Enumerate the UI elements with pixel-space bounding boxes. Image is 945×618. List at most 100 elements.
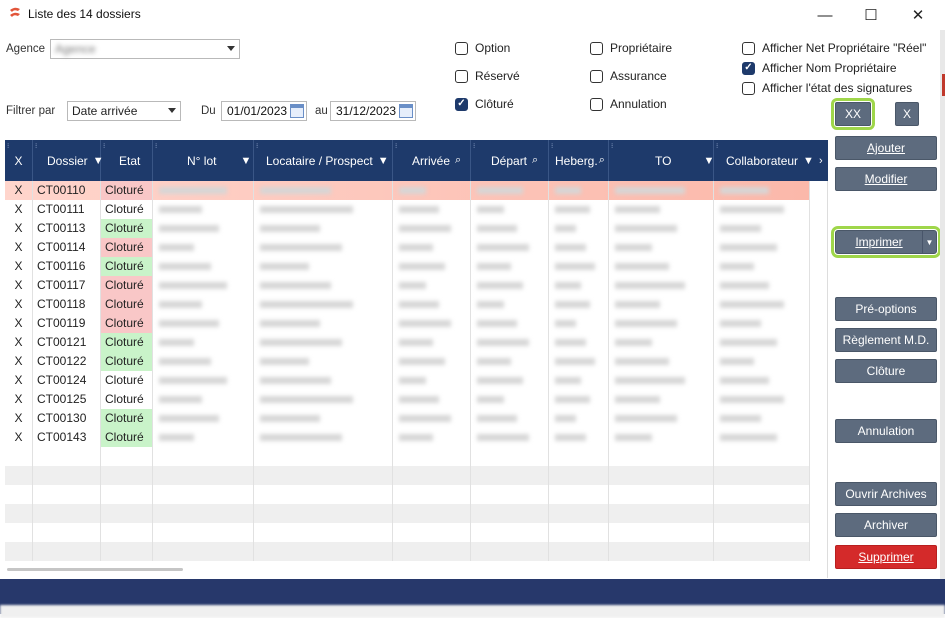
calendar-icon[interactable]	[290, 104, 304, 118]
checkbox-label: Réservé	[475, 69, 520, 83]
ajouter-button[interactable]: Ajouter	[835, 136, 937, 160]
row-delete-cell[interactable]: X	[5, 276, 33, 295]
redacted-cell	[609, 181, 714, 200]
row-delete-cell[interactable]: X	[5, 352, 33, 371]
row-delete-cell[interactable]: X	[5, 181, 33, 200]
col-header-etat[interactable]: ⁝ Etat	[101, 140, 153, 181]
checkbox-assurance[interactable]: Assurance	[590, 69, 667, 83]
row-delete-cell[interactable]: X	[5, 295, 33, 314]
row-delete-cell[interactable]: X	[5, 238, 33, 257]
checkbox-etat-signatures[interactable]: Afficher l'état des signatures	[742, 81, 912, 95]
checkbox-box[interactable]	[742, 81, 755, 95]
close-icon[interactable]: ✕	[895, 0, 941, 30]
filter-icon[interactable]: ▼	[378, 155, 389, 167]
col-header-lot[interactable]: ⁝ N° lot ▼	[153, 140, 254, 181]
table-row[interactable]: X CT00117 Cloturé	[5, 276, 810, 295]
checkbox-box[interactable]	[742, 41, 755, 55]
col-header-collaborateur[interactable]: ⁝ Collaborateur ▼ ›	[714, 140, 828, 181]
annulation-button[interactable]: Annulation	[835, 419, 937, 443]
redacted-cell	[153, 333, 254, 352]
row-delete-cell[interactable]: X	[5, 371, 33, 390]
agence-select[interactable]: Agence	[50, 39, 240, 59]
reglement-button[interactable]: Règlement M.D.	[835, 328, 937, 352]
table-row[interactable]: X CT00125 Cloturé	[5, 390, 810, 409]
ajouter-label: Ajouter	[866, 141, 906, 155]
redacted-cell	[393, 390, 471, 409]
cloture-button[interactable]: Clôture	[835, 359, 937, 383]
checkbox-option[interactable]: Option	[455, 41, 510, 55]
checkbox-reserve[interactable]: Réservé	[455, 69, 520, 83]
table-row[interactable]: X CT00110 Cloturé	[5, 181, 810, 200]
col-header-to[interactable]: ⁝ TO ▼	[609, 140, 714, 181]
column-divider	[608, 447, 609, 466]
horizontal-scrollbar[interactable]	[7, 568, 183, 571]
table-row[interactable]: X CT00121 Cloturé	[5, 333, 810, 352]
filtrer-par-select[interactable]: Date arrivée	[67, 101, 181, 121]
xx-button[interactable]: XX	[831, 98, 875, 130]
checkbox-net-proprietaire[interactable]: Afficher Net Propriétaire "Réel"	[742, 41, 926, 55]
redacted-cell	[471, 295, 549, 314]
redacted-cell	[714, 314, 810, 333]
redacted-content	[615, 206, 661, 213]
archiver-button[interactable]: Archiver	[835, 513, 937, 537]
row-delete-cell[interactable]: X	[5, 428, 33, 447]
checkbox-box[interactable]	[590, 69, 603, 83]
table-row[interactable]: X CT00119 Cloturé	[5, 314, 810, 333]
etat-cell: Cloturé	[101, 428, 153, 447]
search-icon[interactable]: ⌕	[455, 154, 461, 167]
row-delete-cell[interactable]: X	[5, 219, 33, 238]
col-header-depart[interactable]: ⁝ Départ ⌕	[471, 140, 549, 181]
table-row[interactable]: X CT00122 Cloturé	[5, 352, 810, 371]
pre-options-button[interactable]: Pré-options	[835, 297, 937, 321]
checkbox-annulation[interactable]: Annulation	[590, 97, 667, 111]
table-row[interactable]: X CT00124 Cloturé	[5, 371, 810, 390]
table-row[interactable]: X CT00116 Cloturé	[5, 257, 810, 276]
ouvrir-archives-button[interactable]: Ouvrir Archives	[835, 482, 937, 506]
redacted-cell	[254, 181, 393, 200]
minimize-icon[interactable]: —	[802, 0, 848, 30]
checkbox-cloture[interactable]: Clôturé	[455, 97, 514, 111]
table-row[interactable]: X CT00118 Cloturé	[5, 295, 810, 314]
table-row[interactable]: X CT00114 Cloturé	[5, 238, 810, 257]
date-from-input[interactable]: 01/01/2023	[221, 101, 307, 121]
supprimer-button[interactable]: Supprimer	[835, 545, 937, 569]
dossier-cell: CT00110	[33, 181, 101, 200]
row-delete-cell[interactable]: X	[5, 333, 33, 352]
imprimer-button[interactable]: Imprimer ▼	[831, 226, 941, 258]
filter-icon[interactable]: ▼	[240, 155, 251, 167]
checkbox-box-checked[interactable]	[455, 97, 468, 111]
checkbox-box[interactable]	[590, 41, 603, 55]
checkbox-proprietaire[interactable]: Propriétaire	[590, 41, 672, 55]
checkbox-box[interactable]	[455, 69, 468, 83]
supprimer-label: Supprimer	[858, 550, 914, 564]
chevron-right-icon[interactable]: ›	[819, 155, 823, 167]
col-header-heberg[interactable]: ⁝ Heberg. ⌕	[549, 140, 609, 181]
table-row[interactable]: X CT00113 Cloturé	[5, 219, 810, 238]
modifier-button[interactable]: Modifier	[835, 167, 937, 191]
table-row[interactable]: X CT00130 Cloturé	[5, 409, 810, 428]
search-icon[interactable]: ⌕	[599, 154, 605, 167]
checkbox-box[interactable]	[590, 97, 603, 111]
table-row[interactable]: X CT00143 Cloturé	[5, 428, 810, 447]
filter-icon[interactable]: ▼	[703, 155, 714, 167]
table-row[interactable]: X CT00111 Cloturé	[5, 200, 810, 219]
search-icon[interactable]: ⌕	[532, 154, 538, 167]
col-header-x[interactable]: ⁝ X	[5, 140, 33, 181]
col-header-arrivee[interactable]: ⁝ Arrivée ⌕	[393, 140, 471, 181]
col-header-dossier[interactable]: ⁝ Dossier ▼	[33, 140, 104, 181]
row-delete-cell[interactable]: X	[5, 409, 33, 428]
filter-icon[interactable]: ▼	[803, 155, 814, 167]
date-to-input[interactable]: 31/12/2023	[330, 101, 416, 121]
row-delete-cell[interactable]: X	[5, 390, 33, 409]
dropdown-caret-icon[interactable]: ▼	[922, 231, 936, 253]
calendar-icon[interactable]	[399, 104, 413, 118]
row-delete-cell[interactable]: X	[5, 200, 33, 219]
maximize-icon[interactable]: ☐	[848, 0, 894, 30]
col-header-locataire[interactable]: ⁝ Locataire / Prospect ▼	[254, 140, 393, 181]
x-button[interactable]: X	[895, 102, 919, 126]
row-delete-cell[interactable]: X	[5, 314, 33, 333]
row-delete-cell[interactable]: X	[5, 257, 33, 276]
checkbox-box-checked[interactable]	[742, 61, 755, 75]
checkbox-box[interactable]	[455, 41, 468, 55]
checkbox-nom-proprietaire[interactable]: Afficher Nom Propriétaire	[742, 61, 897, 75]
